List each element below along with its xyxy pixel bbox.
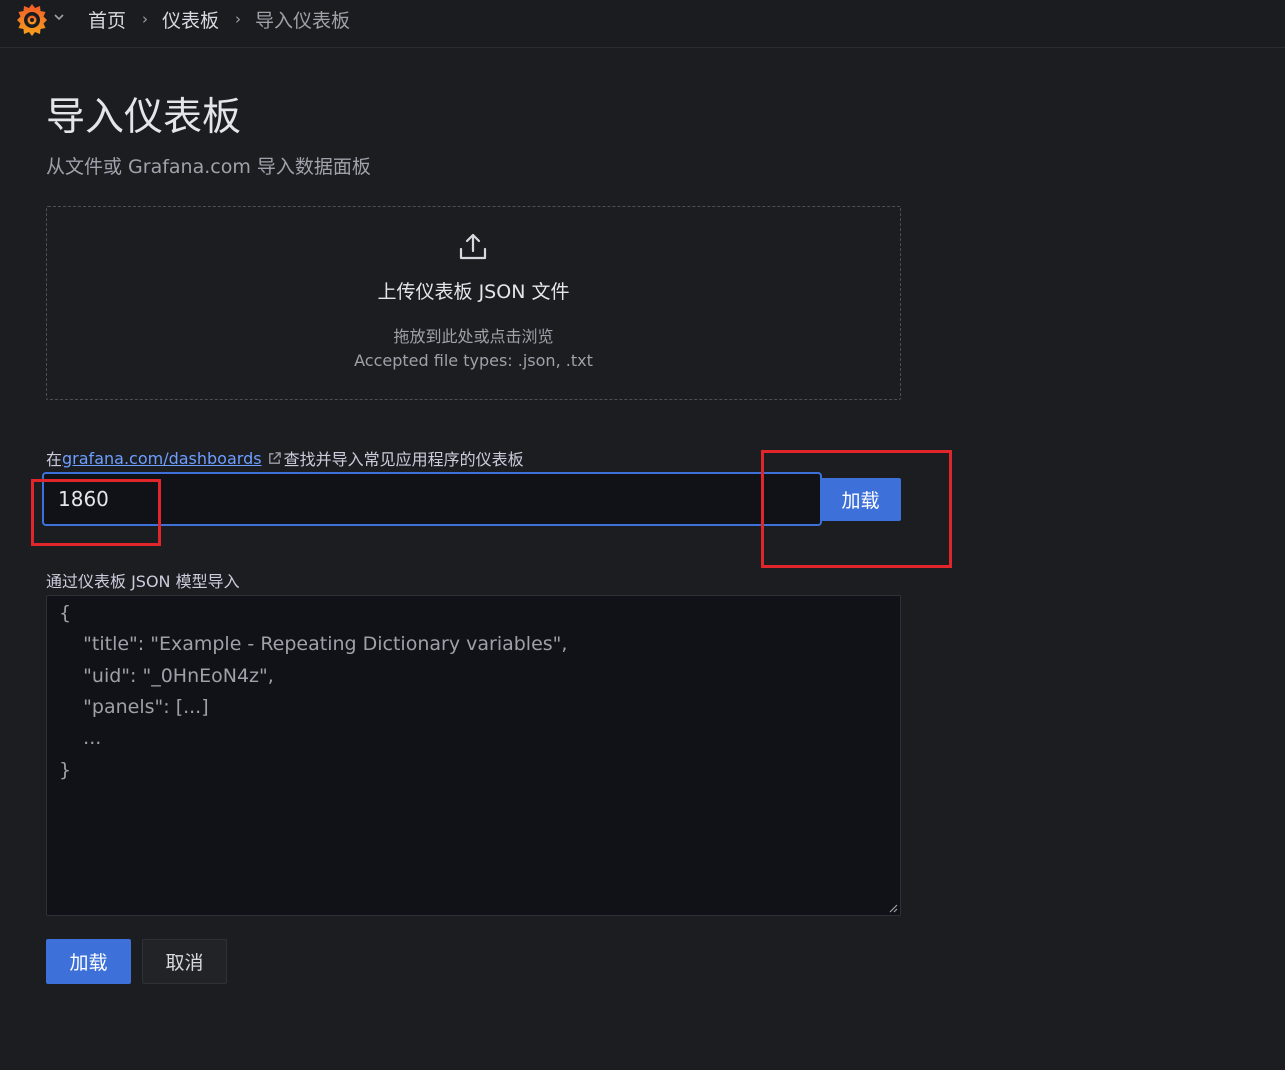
json-model-textarea[interactable]: { "title": "Example - Repeating Dictiona… bbox=[46, 595, 901, 916]
breadcrumb-dashboards[interactable]: 仪表板 bbox=[162, 6, 219, 33]
gcom-label-suffix: 查找并导入常见应用程序的仪表板 bbox=[283, 450, 524, 469]
accepted-file-types: Accepted file types: .json, .txt bbox=[354, 351, 593, 370]
gcom-label-prefix: 在 bbox=[46, 450, 63, 469]
json-placeholder-line: } bbox=[59, 759, 72, 781]
chevron-down-icon[interactable] bbox=[52, 10, 66, 24]
breadcrumb-separator: › bbox=[235, 10, 242, 28]
breadcrumb-home[interactable]: 首页 bbox=[88, 6, 126, 33]
external-link-icon bbox=[268, 451, 281, 464]
breadcrumb-import-dashboard: 导入仪表板 bbox=[255, 9, 351, 32]
json-model-label: 通过仪表板 JSON 模型导入 bbox=[46, 572, 240, 591]
cancel-button[interactable]: 取消 bbox=[142, 939, 227, 984]
gcom-load-button[interactable]: 加载 bbox=[820, 478, 901, 521]
dashboard-id-input[interactable] bbox=[42, 472, 822, 526]
page-subtitle: 从文件或 Grafana.com 导入数据面板 bbox=[46, 156, 371, 178]
json-placeholder-line: "panels": [...] bbox=[59, 696, 209, 718]
breadcrumb-separator: › bbox=[142, 10, 149, 28]
gcom-dashboards-link[interactable]: grafana.com/dashboards bbox=[62, 449, 262, 468]
upload-hint: 拖放到此处或点击浏览 bbox=[393, 327, 554, 346]
json-placeholder-line: { bbox=[59, 602, 72, 624]
upload-title: 上传仪表板 JSON 文件 bbox=[377, 281, 570, 303]
gcom-import-label: 在 grafana.com/dashboards 查找并导入常见应用程序的仪表板 bbox=[46, 446, 524, 470]
json-placeholder-line: "uid": "_0HnEoN4z", bbox=[59, 665, 274, 687]
breadcrumb: 首页 › 仪表板 › 导入仪表板 bbox=[88, 6, 350, 32]
json-placeholder-line: "title": "Example - Repeating Dictionary… bbox=[59, 633, 568, 655]
grafana-logo-icon[interactable] bbox=[14, 2, 50, 38]
load-button[interactable]: 加载 bbox=[46, 939, 131, 984]
page-title: 导入仪表板 bbox=[46, 95, 242, 140]
top-navbar: 首页 › 仪表板 › 导入仪表板 bbox=[0, 0, 1285, 48]
json-placeholder-line: ... bbox=[59, 727, 102, 749]
upload-dropzone[interactable]: 上传仪表板 JSON 文件 拖放到此处或点击浏览 Accepted file t… bbox=[46, 206, 901, 400]
resize-handle-icon[interactable] bbox=[888, 903, 898, 913]
upload-icon bbox=[459, 233, 487, 260]
